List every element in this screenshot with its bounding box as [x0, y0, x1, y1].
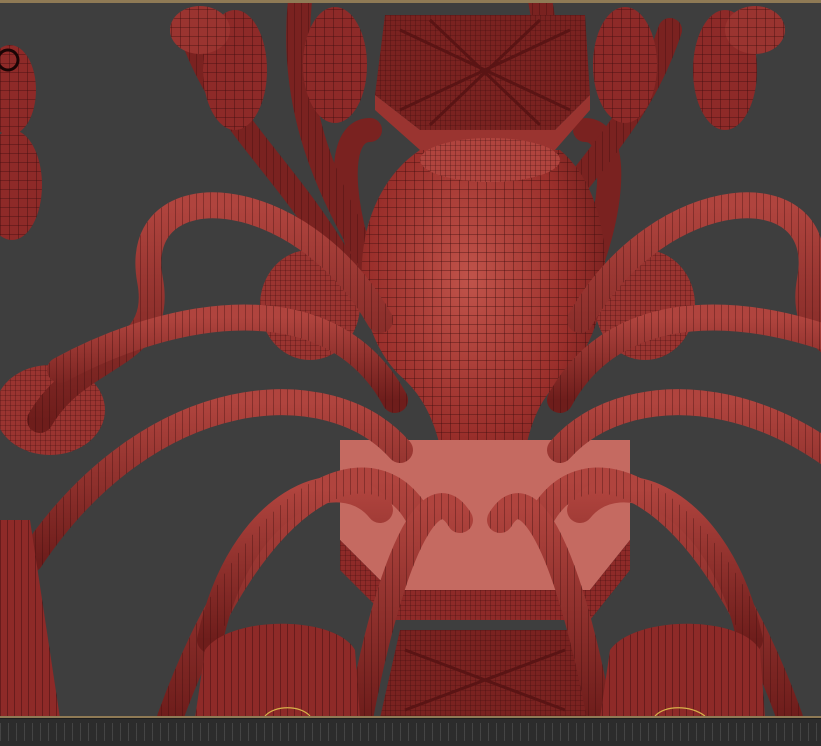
app-window	[0, 0, 821, 746]
bottom-cage	[380, 630, 590, 718]
timeline-bar[interactable]	[0, 718, 821, 746]
top-cage	[375, 15, 590, 150]
timeline-ruler[interactable]	[0, 723, 821, 741]
3d-viewport[interactable]	[0, 0, 821, 718]
left-pods	[0, 45, 42, 240]
chandelier-render	[0, 0, 821, 718]
